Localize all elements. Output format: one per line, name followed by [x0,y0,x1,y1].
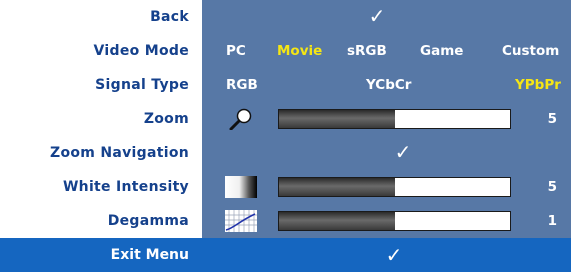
degamma-value: 1 [547,213,557,229]
video-mode-panel: PC Movie sRGB Game Custom [202,34,571,68]
degamma-panel: 1 [202,204,571,238]
back-check-icon[interactable]: ✓ [367,3,387,29]
zoom-navigation-panel[interactable]: ✓ [202,136,571,170]
menu-label-signal-type: Signal Type [95,77,189,93]
video-mode-option-game[interactable]: Game [420,34,463,68]
menu-row-white-intensity[interactable]: White Intensity 5 [0,170,571,204]
degamma-graph-icon [224,210,258,232]
video-mode-option-srgb[interactable]: sRGB [347,34,387,68]
zoom-panel: 5 [202,102,571,136]
projector-osd-menu: Back ✓ Video Mode PC Movie sRGB Game Cus… [0,0,571,272]
zoom-value: 5 [547,111,557,127]
white-intensity-value: 5 [547,179,557,195]
zoom-slider[interactable] [278,109,511,129]
white-intensity-slider-fill [279,178,395,196]
white-intensity-panel: 5 [202,170,571,204]
video-mode-option-custom[interactable]: Custom [502,34,559,68]
menu-label-degamma: Degamma [107,213,189,229]
degamma-slider-fill [279,212,395,230]
menu-label-back: Back [150,9,189,25]
exit-check-icon[interactable]: ✓ [384,242,404,268]
menu-row-degamma[interactable]: Degamma 1 [0,204,571,238]
white-intensity-icon [224,176,258,198]
signal-type-panel: RGB YCbCr YPbPr [202,68,571,102]
signal-type-option-rgb[interactable]: RGB [226,68,258,102]
menu-row-back[interactable]: Back ✓ [0,0,571,34]
menu-row-exit[interactable]: Exit Menu ✓ [0,238,571,272]
menu-row-zoom-navigation[interactable]: Zoom Navigation ✓ [0,136,571,170]
zoom-slider-fill [279,110,395,128]
signal-type-option-ypbpr[interactable]: YPbPr [515,68,561,102]
menu-label-white-intensity: White Intensity [62,179,189,195]
menu-row-signal-type[interactable]: Signal Type RGB YCbCr YPbPr [0,68,571,102]
menu-row-zoom[interactable]: Zoom 5 [0,102,571,136]
back-panel[interactable]: ✓ [202,0,571,34]
video-mode-option-pc[interactable]: PC [226,34,246,68]
menu-label-zoom-navigation: Zoom Navigation [50,145,189,161]
video-mode-option-movie[interactable]: Movie [277,34,322,68]
magnifier-icon [224,108,258,131]
white-intensity-slider[interactable] [278,177,511,197]
menu-row-video-mode[interactable]: Video Mode PC Movie sRGB Game Custom [0,34,571,68]
signal-type-option-ycbcr[interactable]: YCbCr [366,68,411,102]
degamma-slider[interactable] [278,211,511,231]
menu-label-zoom: Zoom [143,111,189,127]
exit-menu-label: Exit Menu [110,247,189,263]
zoom-navigation-check-icon[interactable]: ✓ [393,139,413,165]
column-divider [193,0,202,238]
menu-label-video-mode: Video Mode [93,43,189,59]
